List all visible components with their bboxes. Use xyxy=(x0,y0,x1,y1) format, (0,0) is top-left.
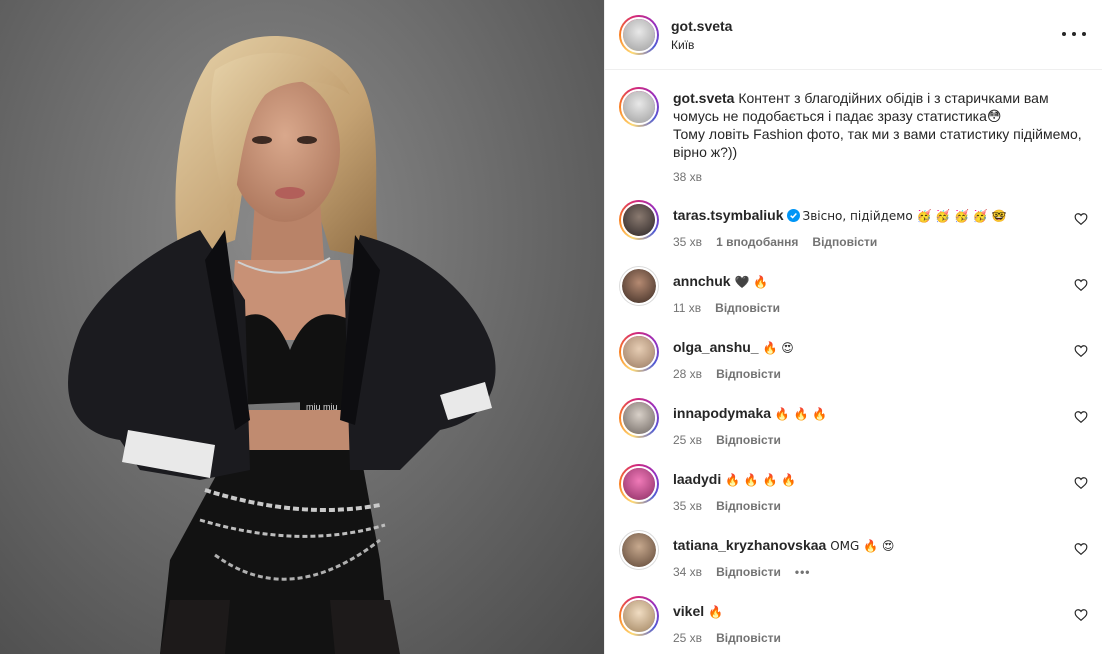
comment-username[interactable]: olga_anshu_ xyxy=(673,339,759,355)
heart-icon[interactable] xyxy=(1074,476,1088,490)
author-avatar[interactable] xyxy=(619,14,659,55)
commenter-avatar[interactable] xyxy=(619,464,659,504)
commenter-avatar[interactable] xyxy=(619,398,659,438)
comment-username[interactable]: taras.tsymbaliuk xyxy=(673,207,784,223)
comment-text: Звісно, підійдемо 🥳 🥳 🥳 🥳 🤓 xyxy=(802,209,1007,223)
post-caption: got.sveta Контент з благодійних обідів і… xyxy=(619,87,1088,184)
comment-item: olga_anshu_ 🔥 😍 28 хв Відповісти xyxy=(619,332,1088,381)
post-location[interactable]: Київ xyxy=(671,38,732,52)
comment-time[interactable]: 25 хв xyxy=(673,631,702,645)
comment-text: 🔥 😍 xyxy=(762,341,794,355)
comment-item: vikel 🔥 25 хв Відповісти xyxy=(619,596,1088,645)
reply-button[interactable]: Відповісти xyxy=(716,499,781,513)
comment-text: 🖤 🔥 xyxy=(734,275,769,289)
post-modal: miu miu got.sveta Київ got.sveta Контент… xyxy=(0,0,1102,654)
caption-time[interactable]: 38 хв xyxy=(673,170,702,184)
comment-item: annchuk 🖤 🔥 11 хв Відповісти xyxy=(619,266,1088,315)
reply-button[interactable]: Відповісти xyxy=(716,565,781,579)
author-username[interactable]: got.sveta xyxy=(671,18,732,34)
comment-item: taras.tsymbaliuk Звісно, підійдемо 🥳 🥳 🥳 … xyxy=(619,200,1088,249)
comment-text: 🔥 🔥 🔥 xyxy=(774,407,828,421)
post-header: got.sveta Київ xyxy=(605,0,1102,70)
comment-text: 🔥 xyxy=(708,605,723,619)
reply-button[interactable]: Відповісти xyxy=(812,235,877,249)
commenter-avatar[interactable] xyxy=(619,332,659,372)
more-options-icon[interactable] xyxy=(1062,24,1086,44)
comments-panel: got.sveta Київ got.sveta Контент з благо… xyxy=(604,0,1102,654)
comment-time[interactable]: 28 хв xyxy=(673,367,702,381)
heart-icon[interactable] xyxy=(1074,212,1088,226)
comment-text: OMG 🔥 😍 xyxy=(830,539,895,553)
heart-icon[interactable] xyxy=(1074,608,1088,622)
comment-username[interactable]: tatiana_kryzhanovskaa xyxy=(673,537,826,553)
comment-username[interactable]: annchuk xyxy=(673,273,731,289)
post-photo[interactable]: miu miu xyxy=(0,0,604,654)
heart-icon[interactable] xyxy=(1074,410,1088,424)
comment-time[interactable]: 25 хв xyxy=(673,433,702,447)
comment-time[interactable]: 11 хв xyxy=(673,301,701,315)
verified-badge-icon xyxy=(786,209,800,222)
photo-illustration: miu miu xyxy=(68,36,496,654)
commenter-avatar[interactable] xyxy=(619,596,659,636)
commenter-avatar[interactable] xyxy=(619,530,659,570)
comment-options-icon[interactable]: ••• xyxy=(795,565,811,579)
reply-button[interactable]: Відповісти xyxy=(716,433,781,447)
heart-icon[interactable] xyxy=(1074,278,1088,292)
comment-likes-count[interactable]: 1 вподобання xyxy=(716,235,798,249)
comment-time[interactable]: 34 хв xyxy=(673,565,702,579)
comment-item: tatiana_kryzhanovskaa OMG 🔥 😍 34 хв Відп… xyxy=(619,530,1088,579)
comment-username[interactable]: vikel xyxy=(673,603,704,619)
heart-icon[interactable] xyxy=(1074,542,1088,556)
commenter-avatar[interactable] xyxy=(619,266,659,306)
comment-username[interactable]: laadydi xyxy=(673,471,721,487)
caption-avatar[interactable] xyxy=(619,87,659,127)
comment-time[interactable]: 35 хв xyxy=(673,235,702,249)
comment-text: 🔥 🔥 🔥 🔥 xyxy=(725,473,797,487)
reply-button[interactable]: Відповісти xyxy=(716,631,781,645)
comment-item: innapodymaka 🔥 🔥 🔥 25 хв Відповісти xyxy=(619,398,1088,447)
commenter-avatar[interactable] xyxy=(619,200,659,240)
reply-button[interactable]: Відповісти xyxy=(715,301,780,315)
comment-item: laadydi 🔥 🔥 🔥 🔥 35 хв Відповісти xyxy=(619,464,1088,513)
caption-text-2: Тому ловіть Fashion фото, так ми з вами … xyxy=(673,126,1082,160)
comment-time[interactable]: 35 хв xyxy=(673,499,702,513)
comment-username[interactable]: innapodymaka xyxy=(673,405,771,421)
caption-username[interactable]: got.sveta xyxy=(673,90,734,106)
reply-button[interactable]: Відповісти xyxy=(716,367,781,381)
heart-icon[interactable] xyxy=(1074,344,1088,358)
